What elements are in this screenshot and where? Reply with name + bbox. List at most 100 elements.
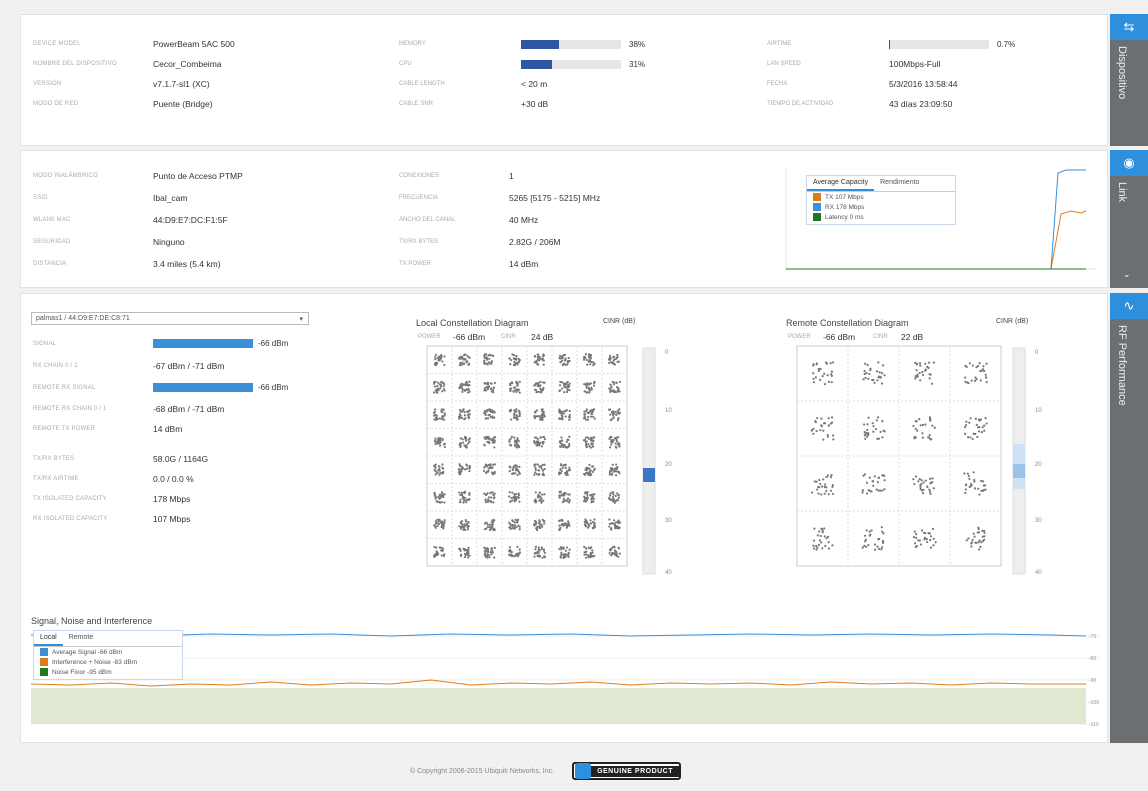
constellation-point [817, 492, 820, 495]
constellation-point [439, 357, 442, 360]
constellation-point [616, 412, 619, 415]
connections-label: CONEXIONES [399, 173, 440, 179]
tx-capacity-value: 178 Mbps [153, 494, 191, 504]
constellation-point [972, 532, 975, 535]
constellation-point [508, 554, 512, 557]
constellation-point [612, 359, 615, 362]
constellation-point [441, 471, 444, 474]
tab-average-capacity[interactable]: Average Capacity [807, 176, 875, 191]
constellation-point [918, 418, 921, 421]
constellation-point [568, 524, 571, 528]
tab-rf-performance[interactable]: ∿ RF Performance [1110, 293, 1148, 743]
constellation-point [492, 493, 495, 497]
constellation-point [567, 356, 570, 360]
constellation-point [558, 417, 561, 421]
constellation-point [457, 357, 461, 360]
constellation-point [913, 542, 917, 545]
constellation-point [827, 417, 830, 420]
constellation-point [513, 436, 516, 439]
constellation-point [537, 469, 540, 472]
constellation-point [510, 418, 513, 421]
constellation-point [586, 496, 589, 499]
constellation-point [467, 548, 470, 552]
constellation-point [493, 496, 496, 499]
constellation-point [921, 432, 924, 435]
tab-device[interactable]: ⇆ Dispositivo [1110, 14, 1148, 146]
constellation-point [434, 520, 437, 523]
constellation-point [483, 522, 487, 525]
constellation-point [490, 553, 493, 556]
constellation-point [921, 423, 925, 427]
constellation-point [921, 373, 925, 377]
constellation-point [863, 430, 866, 434]
constellation-point [608, 358, 611, 361]
constellation-point [559, 445, 562, 448]
constellation-point [587, 443, 590, 446]
constellation-point [516, 521, 519, 524]
constellation-point [490, 360, 493, 363]
constellation-point [881, 436, 884, 439]
constellation-point [436, 518, 439, 521]
constellation-point [467, 356, 470, 359]
tab-link[interactable]: ◉ Link ⌄ [1110, 150, 1148, 288]
constellation-point [558, 389, 561, 393]
constellation-point [818, 539, 821, 542]
constellation-point [609, 419, 612, 422]
tab-remote[interactable]: Remote [63, 631, 100, 646]
constellation-point [563, 391, 566, 394]
constellation-point [982, 365, 985, 368]
constellation-point [517, 496, 520, 499]
constellation-point [467, 438, 470, 441]
constellation-point [443, 418, 446, 421]
constellation-point [874, 427, 878, 431]
tab-rendimiento[interactable]: Rendimiento [874, 176, 925, 191]
constellation-point [558, 528, 561, 532]
constellation-point [618, 521, 622, 524]
constellation-point [592, 361, 595, 364]
constellation-point [484, 493, 488, 496]
constellation-point [518, 528, 521, 531]
constellation-point [533, 436, 537, 439]
constellation-point [827, 547, 831, 550]
constellation-point [518, 380, 521, 383]
constellation-point [513, 526, 516, 529]
signal-row: SIGNAL [33, 337, 56, 351]
constellation-point [484, 501, 488, 504]
constellation-point [508, 470, 511, 473]
device-name-value: Cecor_Combeima [153, 59, 222, 69]
constellation-point [508, 549, 511, 553]
constellation-point [564, 415, 567, 418]
constellation-point [492, 521, 495, 524]
constellation-point [534, 548, 537, 551]
signal-label: SIGNAL [33, 341, 57, 347]
sni-tick-2: -80 [1089, 656, 1096, 662]
constellation-point [564, 492, 568, 495]
signal-bar [153, 339, 253, 348]
cpu-bar-fill [521, 60, 552, 69]
lan-speed-label: LAN SPEED [767, 61, 801, 67]
constellation-point [443, 363, 446, 367]
constellation-point [463, 468, 467, 471]
tx-power-label: TX POWER [399, 261, 432, 267]
constellation-point [512, 555, 515, 558]
constellation-point [560, 411, 563, 414]
constellation-point [493, 546, 496, 549]
constellation-point [442, 388, 446, 391]
constellation-point [464, 389, 467, 392]
constellation-point [964, 491, 967, 495]
constellation-point [924, 531, 927, 535]
constellation-point [466, 382, 469, 386]
constellation-point [487, 470, 490, 473]
constellation-point [490, 466, 494, 469]
constellation-point [541, 493, 544, 496]
legend-noise-floor: Noise Floor -95 dBm [34, 667, 182, 679]
constellation-point [459, 410, 462, 414]
tab-local[interactable]: Local [34, 631, 63, 646]
constellation-point [826, 374, 829, 377]
constellation-point [540, 408, 543, 411]
constellation-point [924, 423, 927, 426]
constellation-point [484, 410, 487, 413]
constellation-point [608, 361, 611, 364]
station-select[interactable]: palmas1 / 44:D9:E7:DE:C8:71 ▾ [31, 312, 309, 325]
constellation-point [612, 493, 615, 496]
